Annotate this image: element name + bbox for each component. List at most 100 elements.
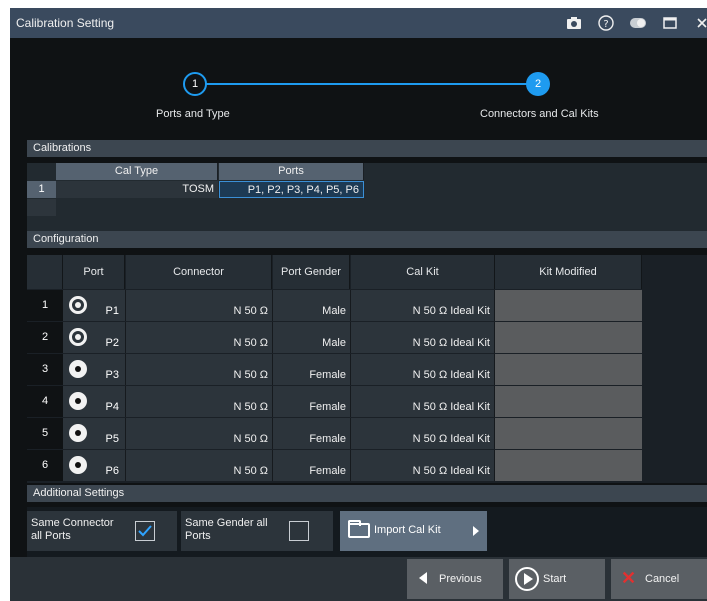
col-port: Port xyxy=(63,255,125,289)
port-cell[interactable]: P3 xyxy=(63,354,126,385)
gender-cell[interactable]: Female xyxy=(273,354,351,385)
kit-modified-cell xyxy=(495,450,642,481)
close-red-icon: ✕ xyxy=(621,568,637,588)
start-button[interactable]: Start xyxy=(509,559,605,599)
calibrations-header: Calibrations xyxy=(27,140,707,157)
male-connector-icon xyxy=(69,328,87,346)
maximize-icon[interactable] xyxy=(662,15,678,31)
female-connector-icon xyxy=(69,424,87,442)
cal-kit-cell[interactable]: N 50 Ω Ideal Kit xyxy=(351,386,495,417)
additional-settings-header: Additional Settings xyxy=(27,485,707,502)
configuration-table: Port Connector Port Gender Cal Kit Kit M… xyxy=(27,255,707,483)
port-cell[interactable]: P5 xyxy=(63,418,126,449)
row-index: 3 xyxy=(27,354,63,385)
row-index: 2 xyxy=(27,322,63,353)
camera-icon[interactable] xyxy=(566,15,582,31)
same-connector-label: Same Connector all Ports xyxy=(31,517,114,542)
cancel-button[interactable]: ✕ Cancel xyxy=(611,559,707,599)
kit-modified-cell xyxy=(495,386,642,417)
gender-cell[interactable]: Female xyxy=(273,450,351,481)
svg-text:?: ? xyxy=(603,19,608,30)
cal-row-index[interactable]: 1 xyxy=(27,181,56,198)
col-cal-kit: Cal Kit xyxy=(351,255,495,289)
col-connector: Connector xyxy=(126,255,272,289)
cal-kit-cell[interactable]: N 50 Ω Ideal Kit xyxy=(351,418,495,449)
wizard-steps: 1 2 Ports and Type Connectors and Cal Ki… xyxy=(10,38,707,138)
port-cell[interactable]: P1 xyxy=(63,290,126,321)
port-cell[interactable]: P6 xyxy=(63,450,126,481)
row-index: 1 xyxy=(27,290,63,321)
cal-ports-cell[interactable]: P1, P2, P3, P4, P5, P6 xyxy=(219,181,364,198)
gender-cell[interactable]: Female xyxy=(273,418,351,449)
female-connector-icon xyxy=(69,456,87,474)
import-cal-kit-button[interactable]: Import Cal Kit xyxy=(340,511,487,551)
table-row[interactable]: 3 P3 N 50 Ω Female N 50 Ω Ideal Kit xyxy=(27,354,707,386)
title-bar: Calibration Setting ? xyxy=(10,8,707,38)
additional-settings-panel: Same Connector all Ports Same Gender all… xyxy=(27,507,707,557)
window-title: Calibration Setting xyxy=(16,16,115,30)
calibration-setting-dialog: Calibration Setting ? 1 2 Ports and Type… xyxy=(10,8,707,601)
connector-cell[interactable]: N 50 Ω xyxy=(126,386,273,417)
arrow-left-icon xyxy=(419,572,427,584)
kit-modified-cell xyxy=(495,354,642,385)
col-cal-type: Cal Type xyxy=(56,163,218,180)
row-index: 6 xyxy=(27,450,63,481)
kit-modified-cell xyxy=(495,418,642,449)
port-cell[interactable]: P4 xyxy=(63,386,126,417)
same-gender-checkbox[interactable] xyxy=(289,521,309,541)
gender-cell[interactable]: Female xyxy=(273,386,351,417)
step-1-label: Ports and Type xyxy=(156,108,230,120)
kit-modified-cell xyxy=(495,322,642,353)
chevron-right-icon xyxy=(473,526,479,536)
import-cal-kit-label: Import Cal Kit xyxy=(374,524,441,536)
play-icon xyxy=(515,567,539,591)
previous-label: Previous xyxy=(439,573,482,585)
dialog-footer: Previous Start ✕ Cancel xyxy=(10,557,707,601)
connector-cell[interactable]: N 50 Ω xyxy=(126,354,273,385)
toggle-icon[interactable] xyxy=(630,15,646,31)
kit-modified-cell xyxy=(495,290,642,321)
same-gender-option[interactable]: Same Gender all Ports xyxy=(181,511,333,551)
cal-type-cell[interactable]: TOSM xyxy=(56,181,218,198)
same-connector-checkbox[interactable] xyxy=(135,521,155,541)
start-label: Start xyxy=(543,573,567,585)
col-kit-modified: Kit Modified xyxy=(495,255,642,289)
cal-kit-cell[interactable]: N 50 Ω Ideal Kit xyxy=(351,450,495,481)
gender-cell[interactable]: Male xyxy=(273,322,351,353)
step-2-circle[interactable]: 2 xyxy=(526,72,550,96)
row-index: 5 xyxy=(27,418,63,449)
cal-kit-cell[interactable]: N 50 Ω Ideal Kit xyxy=(351,354,495,385)
previous-button[interactable]: Previous xyxy=(407,559,503,599)
table-row[interactable]: 4 P4 N 50 Ω Female N 50 Ω Ideal Kit xyxy=(27,386,707,418)
male-connector-icon xyxy=(69,296,87,314)
same-gender-label: Same Gender all Ports xyxy=(185,517,268,542)
configuration-header: Configuration xyxy=(27,231,707,248)
cal-empty-row xyxy=(27,199,56,216)
step-2-label: Connectors and Cal Kits xyxy=(480,108,599,120)
cancel-label: Cancel xyxy=(645,573,680,585)
connector-cell[interactable]: N 50 Ω xyxy=(126,290,273,321)
table-row[interactable]: 1 P1 N 50 Ω Male N 50 Ω Ideal Kit xyxy=(27,290,707,322)
calibrations-table: Cal Type Ports 1 TOSM P1, P2, P3, P4, P5… xyxy=(27,163,707,231)
table-row[interactable]: 2 P2 N 50 Ω Male N 50 Ω Ideal Kit xyxy=(27,322,707,354)
help-icon[interactable]: ? xyxy=(598,15,614,31)
step-1-circle[interactable]: 1 xyxy=(183,72,207,96)
same-connector-option[interactable]: Same Connector all Ports xyxy=(27,511,177,551)
cal-kit-cell[interactable]: N 50 Ω Ideal Kit xyxy=(351,322,495,353)
col-index xyxy=(27,255,63,289)
female-connector-icon xyxy=(69,360,87,378)
col-ports: Ports xyxy=(219,163,364,180)
female-connector-icon xyxy=(69,392,87,410)
port-cell[interactable]: P2 xyxy=(63,322,126,353)
connector-cell[interactable]: N 50 Ω xyxy=(126,322,273,353)
row-index: 4 xyxy=(27,386,63,417)
connector-cell[interactable]: N 50 Ω xyxy=(126,450,273,481)
col-port-gender: Port Gender xyxy=(273,255,350,289)
cal-kit-cell[interactable]: N 50 Ω Ideal Kit xyxy=(351,290,495,321)
table-row[interactable]: 6 P6 N 50 Ω Female N 50 Ω Ideal Kit xyxy=(27,450,707,482)
table-row[interactable]: 5 P5 N 50 Ω Female N 50 Ω Ideal Kit xyxy=(27,418,707,450)
gender-cell[interactable]: Male xyxy=(273,290,351,321)
step-connector-line xyxy=(206,83,538,85)
close-icon[interactable] xyxy=(694,15,707,31)
connector-cell[interactable]: N 50 Ω xyxy=(126,418,273,449)
